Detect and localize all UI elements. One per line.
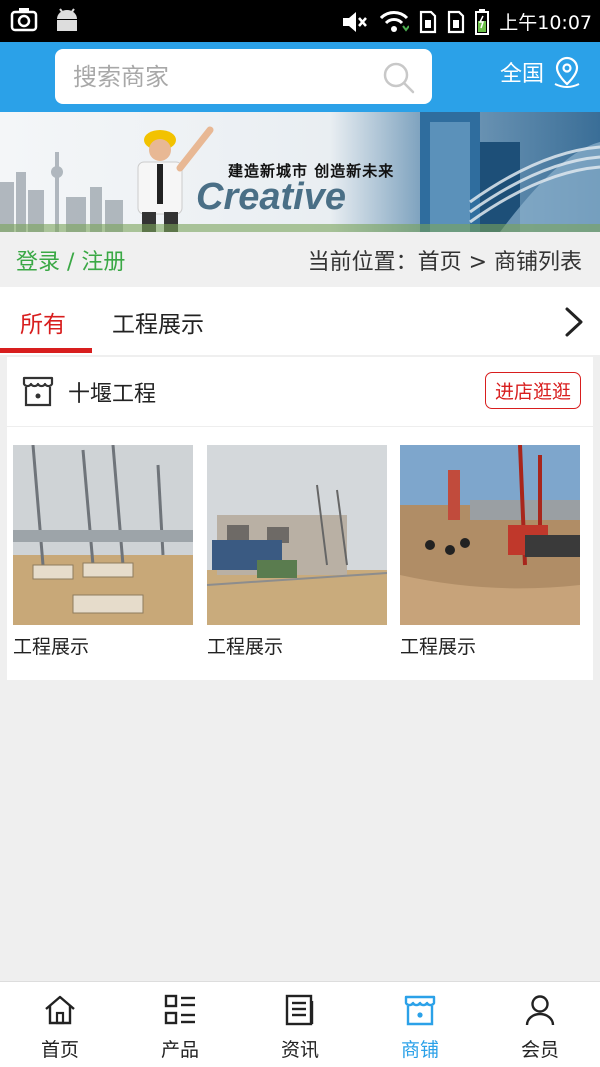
news-icon <box>285 994 314 1026</box>
visit-shop-button[interactable]: 进店逛逛 <box>485 372 581 409</box>
product-image[interactable] <box>400 445 580 625</box>
product-item[interactable]: 工程展示 <box>207 445 387 659</box>
product-image[interactable] <box>207 445 387 625</box>
region-selector[interactable]: 全国 <box>500 56 582 88</box>
nav-home-label: 首页 <box>40 1039 79 1061</box>
banner-brand-text: Creative <box>196 176 346 218</box>
product-label: 工程展示 <box>207 636 284 658</box>
nav-news[interactable]: 资讯 <box>240 982 360 1067</box>
nav-stores[interactable]: 商铺 <box>360 982 480 1067</box>
product-list: 工程展示 工程展示 工程展示 <box>7 445 593 675</box>
bottom-nav: 首页 产品 资讯 商铺 会员 <box>0 981 600 1067</box>
search-input[interactable] <box>73 49 373 104</box>
login-register-link[interactable]: 登录 / 注册 <box>16 244 125 276</box>
product-item[interactable]: 工程展示 <box>400 445 580 659</box>
nav-stores-label: 商铺 <box>400 1039 439 1061</box>
nav-member-label: 会员 <box>520 1039 559 1061</box>
mute-icon <box>343 11 368 32</box>
nav-products-label: 产品 <box>160 1039 199 1061</box>
chevron-right-icon[interactable] <box>562 305 586 339</box>
product-image[interactable] <box>13 445 193 625</box>
store-icon <box>404 995 436 1026</box>
tab-engineering-showcase[interactable]: 工程展示 <box>112 305 204 339</box>
tab-active-indicator <box>0 348 92 353</box>
category-tabs: 所有 工程展示 <box>0 287 600 355</box>
breadcrumb: 当前位置：首页 > 商铺列表 <box>307 250 582 275</box>
nav-products[interactable]: 产品 <box>120 982 240 1067</box>
region-label: 全国 <box>499 62 544 87</box>
search-box[interactable] <box>55 49 432 104</box>
shop-header: 十堰工程 进店逛逛 <box>7 357 593 427</box>
login-row: 登录 / 注册 当前位置：首页 > 商铺列表 <box>0 232 600 287</box>
nav-home[interactable]: 首页 <box>0 982 120 1067</box>
sim2-icon <box>448 10 465 33</box>
app-header: 全国 <box>0 42 600 112</box>
screenshot-icon <box>10 8 38 32</box>
nav-member[interactable]: 会员 <box>480 982 600 1067</box>
shop-icon <box>22 376 54 407</box>
user-icon <box>525 995 555 1026</box>
sim1-icon <box>420 10 437 33</box>
status-bar: 上午10:07 <box>0 0 600 42</box>
status-time: 上午10:07 <box>499 12 592 34</box>
battery-icon <box>475 8 490 35</box>
search-icon[interactable] <box>382 61 416 95</box>
shop-name[interactable]: 十堰工程 <box>68 376 156 408</box>
promo-banner[interactable]: 建造新城市 创造新未来 Creative <box>0 112 600 232</box>
android-icon <box>57 8 77 31</box>
location-pin-icon <box>554 56 580 88</box>
product-label: 工程展示 <box>13 636 90 658</box>
shop-card: 十堰工程 进店逛逛 工程展示 工程展示 工程展示 <box>7 357 593 680</box>
wifi-icon <box>380 10 410 32</box>
grid-list-icon <box>164 994 195 1025</box>
product-label: 工程展示 <box>400 636 477 658</box>
product-item[interactable]: 工程展示 <box>13 445 193 659</box>
home-icon <box>45 995 75 1025</box>
tab-all[interactable]: 所有 <box>20 305 66 339</box>
nav-news-label: 资讯 <box>280 1039 319 1061</box>
